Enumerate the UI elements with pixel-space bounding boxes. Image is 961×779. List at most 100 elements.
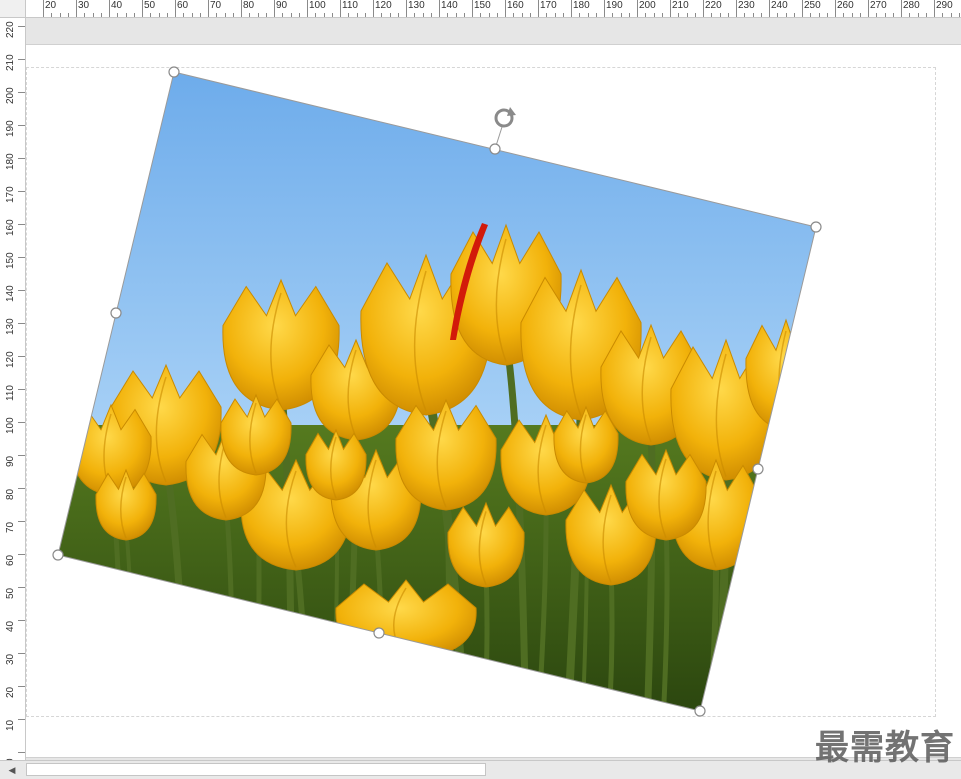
resize-handle-left[interactable] <box>110 307 122 319</box>
ruler-tick <box>18 356 25 357</box>
rotate-handle[interactable] <box>494 107 516 128</box>
scrollbar-thumb[interactable] <box>26 763 486 776</box>
ruler-label: 30 <box>5 653 16 665</box>
ruler-label: 100 <box>5 417 16 434</box>
tulip-flower <box>220 393 292 476</box>
resize-handle-top-left[interactable] <box>168 66 180 78</box>
vertical-ruler[interactable]: 220 210 200 190 180 170 160 150 140 130 120 110 100 9… <box>0 18 26 764</box>
ruler-label: 130 <box>408 0 425 11</box>
resize-handle-bottom-right[interactable] <box>694 705 706 717</box>
ruler-tick <box>571 0 572 17</box>
ruler-label: 60 <box>5 554 16 566</box>
ruler-minor-tick <box>323 13 325 17</box>
ruler-minor-tick <box>579 13 581 17</box>
ruler-minor-tick <box>859 13 861 17</box>
ruler-label: 110 <box>342 0 358 11</box>
ruler-label: 80 <box>5 488 16 500</box>
ruler-minor-tick <box>315 13 317 17</box>
ruler-label: 130 <box>5 318 16 335</box>
ruler-label: 260 <box>837 0 854 11</box>
ruler-label: 170 <box>540 0 557 11</box>
ruler-minor-tick <box>455 13 457 17</box>
ruler-tick <box>835 0 836 17</box>
ruler-label: 190 <box>606 0 623 11</box>
tulip-flower <box>625 448 707 541</box>
ruler-tick <box>18 653 25 654</box>
ruler-label: 250 <box>804 0 821 11</box>
ruler-tick <box>241 0 242 17</box>
resize-handle-right[interactable] <box>752 463 764 475</box>
ruler-minor-tick <box>925 13 927 17</box>
tulip-flower <box>745 318 816 431</box>
ruler-label: 50 <box>144 0 156 11</box>
ruler-label: 170 <box>5 186 16 203</box>
ruler-tick <box>18 521 25 522</box>
ruler-label: 150 <box>474 0 491 11</box>
ruler-tick <box>208 0 209 17</box>
ruler-minor-tick <box>612 13 614 17</box>
ruler-minor-tick <box>777 13 779 17</box>
ruler-minor-tick <box>92 13 94 17</box>
ruler-tick <box>901 0 902 17</box>
ruler-label: 280 <box>903 0 920 11</box>
ruler-label: 290 <box>936 0 953 11</box>
ruler-tick <box>505 0 506 17</box>
ruler-minor-tick <box>133 13 135 17</box>
ruler-minor-tick <box>727 13 729 17</box>
ruler-minor-tick <box>521 13 523 17</box>
ruler-minor-tick <box>752 13 754 17</box>
ruler-minor-tick <box>282 13 284 17</box>
ruler-tick <box>604 0 605 17</box>
ruler-minor-tick <box>414 13 416 17</box>
ruler-minor-tick <box>331 13 333 17</box>
ruler-label: 40 <box>5 620 16 632</box>
ruler-minor-tick <box>389 13 391 17</box>
ruler-tick <box>439 0 440 17</box>
ruler-label: 20 <box>45 0 57 11</box>
ruler-tick <box>18 587 25 588</box>
ruler-tick <box>18 554 25 555</box>
ruler-minor-tick <box>760 13 762 17</box>
ruler-minor-tick <box>480 13 482 17</box>
ruler-minor-tick <box>942 13 944 17</box>
ruler-tick <box>736 0 737 17</box>
ruler-tick <box>18 323 25 324</box>
resize-handle-bottom[interactable] <box>373 627 385 639</box>
ruler-tick <box>142 0 143 17</box>
resize-handle-top-right[interactable] <box>810 221 822 233</box>
ruler-label: 80 <box>243 0 255 11</box>
ruler-minor-tick <box>430 13 432 17</box>
ruler-label: 180 <box>573 0 590 11</box>
horizontal-ruler[interactable]: 20 30 40 50 60 70 80 90 100 110 120 130 140 150 160 170… <box>0 0 961 18</box>
tulip-flower <box>335 579 477 661</box>
ruler-label: 240 <box>771 0 788 11</box>
slide-page[interactable] <box>26 44 961 758</box>
ruler-minor-tick <box>463 13 465 17</box>
ruler-minor-tick <box>694 13 696 17</box>
tulip-flower <box>395 398 497 511</box>
ruler-minor-tick <box>892 13 894 17</box>
ruler-label: 200 <box>639 0 656 11</box>
resize-handle-bottom-left[interactable] <box>52 549 64 561</box>
ruler-tick <box>538 0 539 17</box>
ruler-minor-tick <box>290 13 292 17</box>
ruler-label: 60 <box>177 0 189 11</box>
resize-handle-top[interactable] <box>489 143 501 155</box>
ruler-minor-tick <box>950 13 952 17</box>
ruler-tick <box>109 0 110 17</box>
ruler-label: 200 <box>5 87 16 104</box>
ruler-tick <box>802 0 803 17</box>
ruler-label: 50 <box>5 587 16 599</box>
ruler-tick <box>18 719 25 720</box>
ruler-label: 230 <box>738 0 755 11</box>
ruler-label: 150 <box>5 252 16 269</box>
ruler-tick <box>868 0 869 17</box>
ruler-minor-tick <box>546 13 548 17</box>
ruler-minor-tick <box>826 13 828 17</box>
chevron-left-icon[interactable]: ◀ <box>2 763 22 777</box>
ruler-minor-tick <box>381 13 383 17</box>
ruler-tick <box>18 752 25 753</box>
ruler-tick <box>637 0 638 17</box>
ruler-minor-tick <box>554 13 556 17</box>
ruler-tick <box>307 0 308 17</box>
